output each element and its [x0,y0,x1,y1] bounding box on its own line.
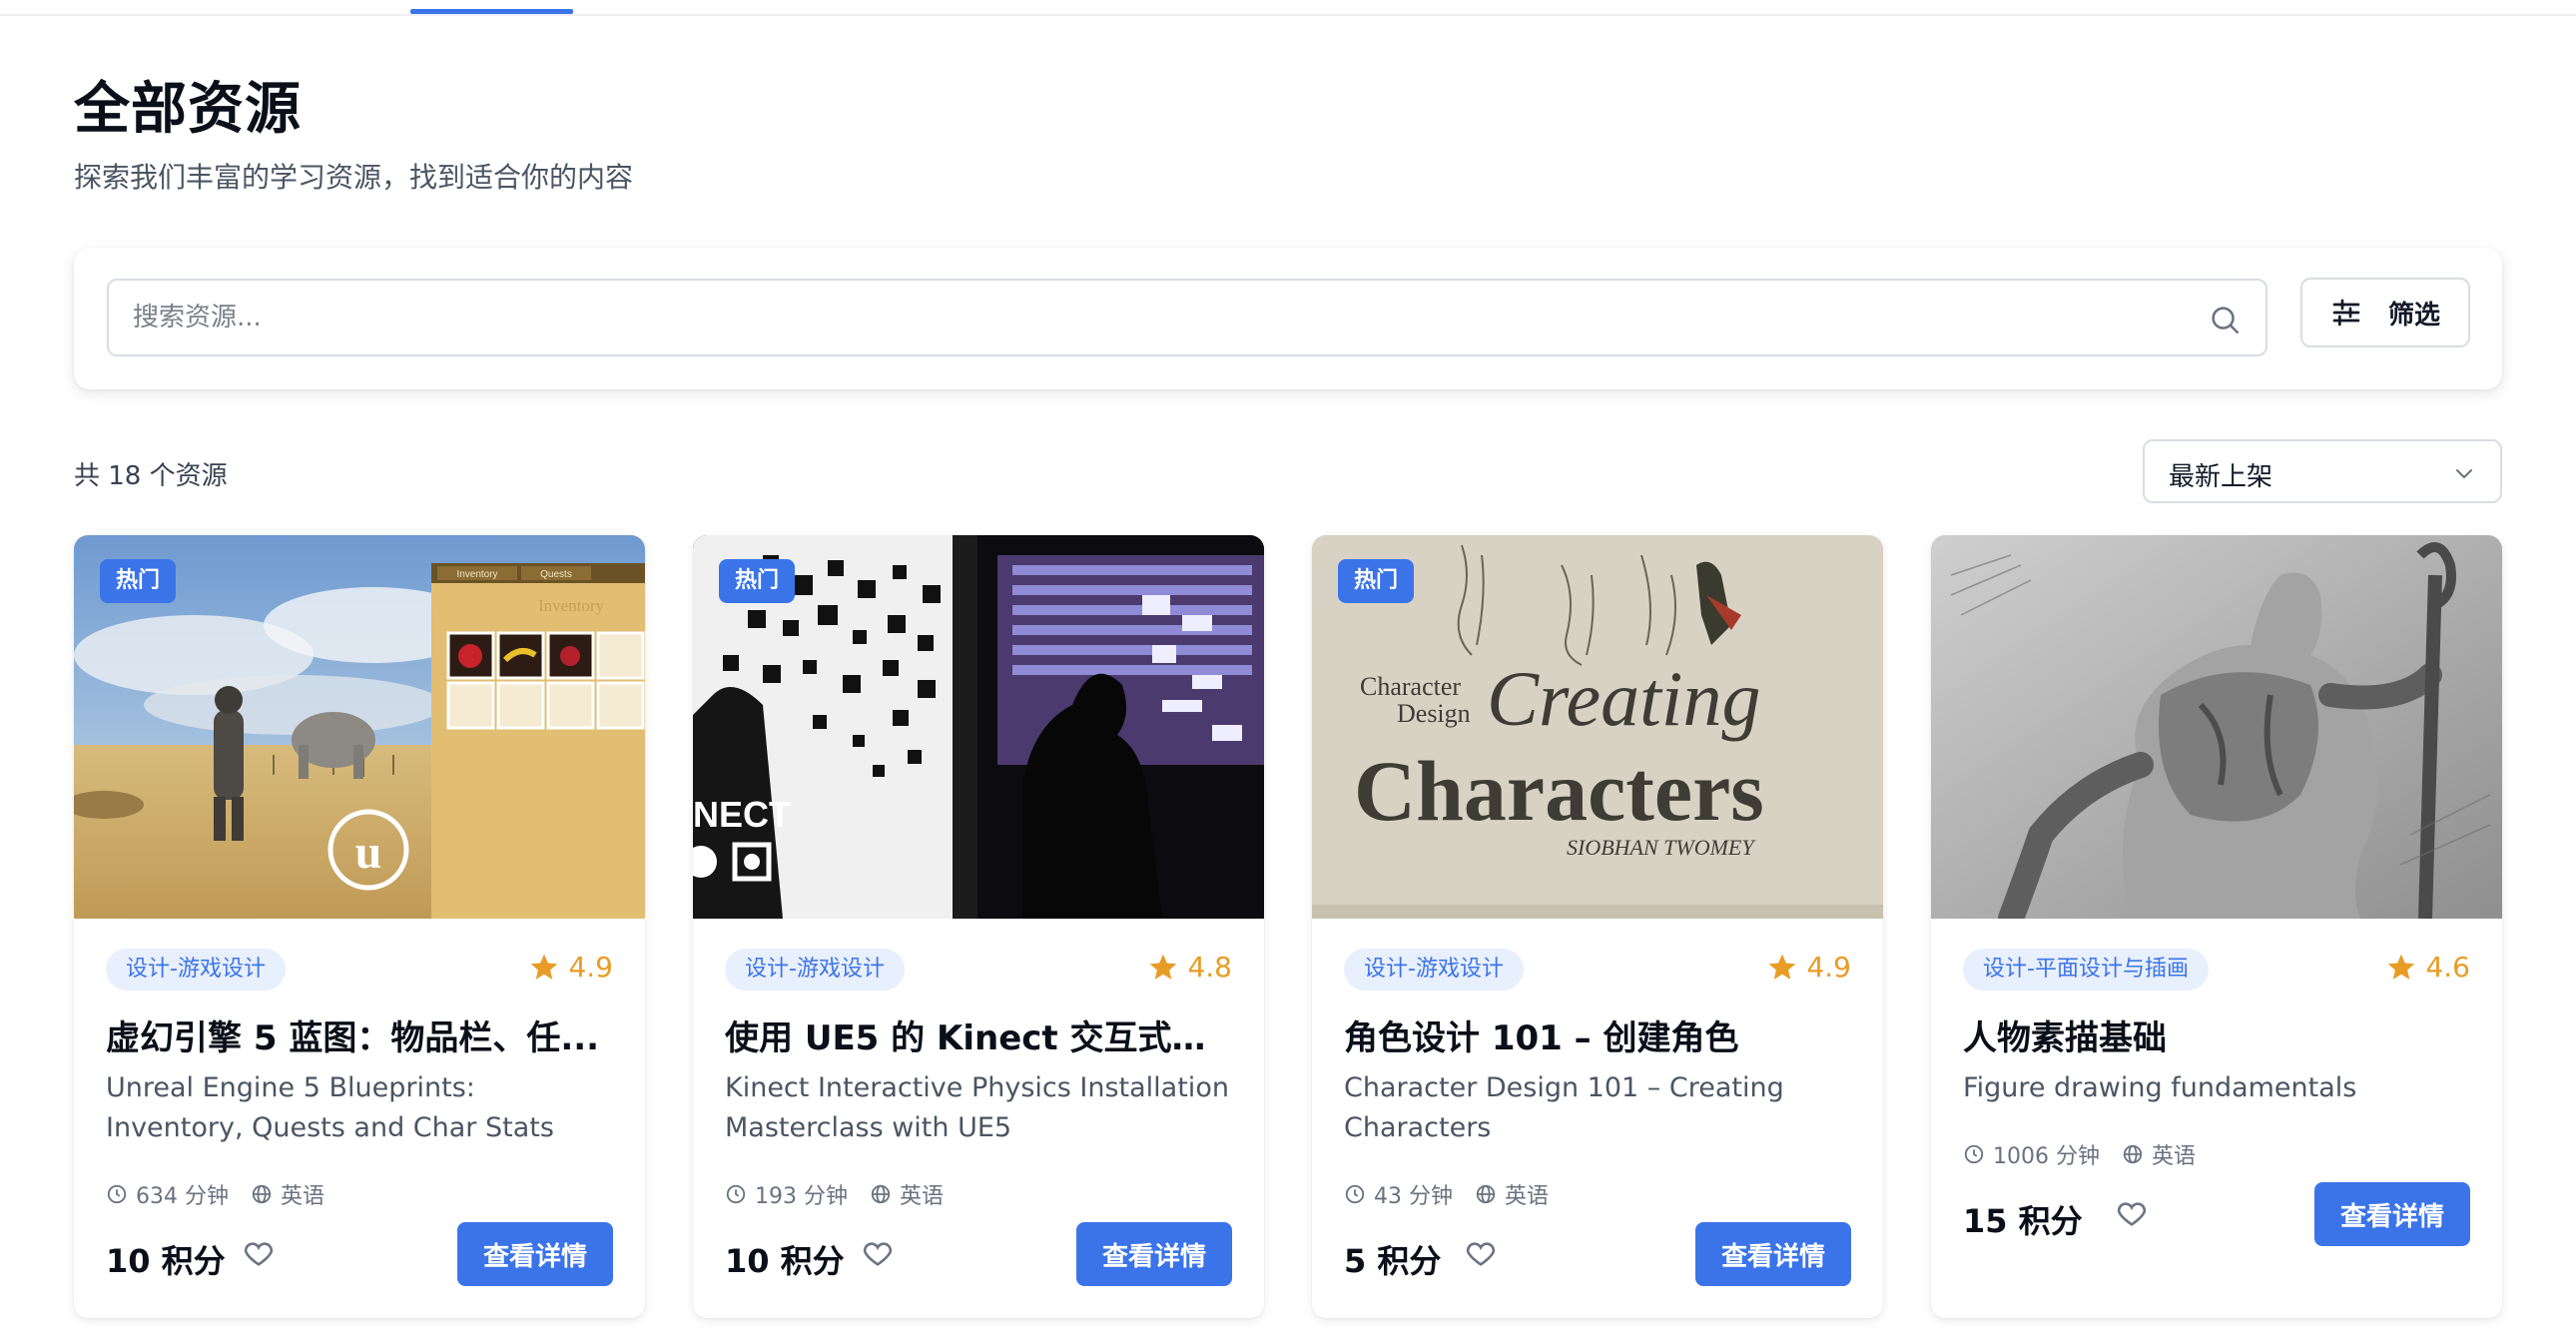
thumb-text-small2: Design [1397,699,1471,728]
svg-text:u: u [355,826,382,879]
resource-card[interactable]: Inventory Quests Inventory u 热门 设计-游戏设计 [74,535,645,1318]
hot-badge: 热门 [719,559,796,603]
course-thumbnail[interactable]: NECT 热门 [693,535,1264,919]
language: 英语 [1505,1184,1550,1209]
view-details-button[interactable]: 查看详情 [1695,1222,1851,1286]
globe-icon [2123,1144,2143,1164]
duration: 634 分钟 [136,1184,229,1209]
price: 15 积分 [1963,1202,2083,1240]
card-meta: 634 分钟 英语 [106,1178,324,1210]
search-field[interactable] [107,279,2267,356]
price: 5 积分 [1344,1242,1442,1280]
course-thumbnail[interactable] [1931,535,2502,919]
course-thumbnail[interactable]: Character Design Creating Characters SIO… [1312,535,1883,919]
card-title[interactable]: 人物素描基础 [1963,1010,2462,1059]
star-icon [1150,954,1177,980]
filter-button[interactable]: 筛选 [2300,278,2470,347]
thumbnail-image [1931,535,2502,919]
category-tag[interactable]: 设计-平面设计与插画 [1963,949,2209,991]
language: 英语 [2151,1144,2196,1169]
thumb-text-inventory: Inventory [456,569,497,580]
price: 10 积分 [106,1242,226,1280]
globe-icon [1476,1184,1496,1204]
resource-card[interactable]: 设计-平面设计与插画 4.6 人物素描基础 Figure drawing fun… [1931,535,2502,1318]
rating-value: 4.6 [2425,951,2470,984]
price: 10 积分 [725,1242,845,1280]
clock-icon [1964,1144,1984,1164]
rating: 4.6 [2385,951,2470,984]
thumb-text-big2: Characters [1354,743,1764,839]
rating-value: 4.9 [1806,951,1851,984]
card-meta: 43 分钟 英语 [1344,1178,1549,1210]
card-description: Character Design 101 – Creating Characte… [1344,1072,1784,1143]
category-tag[interactable]: 设计-游戏设计 [725,949,905,991]
sort-select[interactable]: 最新上架 [2143,439,2502,503]
card-description: Kinect Interactive Physics Installation … [725,1072,1229,1143]
view-details-button[interactable]: 查看详情 [1076,1222,1232,1286]
category-tag[interactable]: 设计-游戏设计 [106,949,286,991]
chevron-down-icon [2456,469,2472,478]
duration: 193 分钟 [755,1184,848,1209]
card-meta: 193 分钟 英语 [725,1178,944,1210]
rating: 4.8 [1147,951,1232,984]
hot-badge: 热门 [100,559,177,603]
thumb-text-nect: NECT [693,794,791,835]
view-details-button[interactable]: 查看详情 [2314,1182,2470,1246]
resource-card[interactable]: NECT 热门 设计-游戏设计 4.8 使用 UE5 的 Kinect 交互式物… [693,535,1264,1318]
star-icon [531,954,558,980]
hot-badge: 热门 [1338,559,1415,603]
heart-icon[interactable] [242,1236,276,1270]
page-title: 全部资源 [74,77,302,142]
filter-label: 筛选 [2387,300,2440,331]
search-input[interactable] [109,281,2265,354]
globe-icon [871,1184,891,1204]
view-details-button[interactable]: 查看详情 [457,1222,613,1286]
active-tab-indicator [410,9,573,14]
duration: 43 分钟 [1374,1184,1453,1209]
category-tag[interactable]: 设计-游戏设计 [1344,949,1524,991]
rating-value: 4.9 [568,951,613,984]
card-description: Figure drawing fundamentals [1963,1072,2357,1103]
language: 英语 [281,1184,325,1209]
card-title[interactable]: 虚幻引擎 5 蓝图：物品栏、任... [106,1010,605,1059]
search-icon[interactable] [2208,303,2242,336]
result-count: 共 18 个资源 [74,461,228,491]
search-panel: 筛选 [74,248,2502,389]
rating: 4.9 [1766,951,1851,984]
card-description: Unreal Engine 5 Blueprints: Inventory, Q… [106,1072,554,1143]
thumb-text-author: SIOBHAN TWOMEY [1567,835,1756,860]
course-thumbnail[interactable]: Inventory Quests Inventory u 热门 [74,535,645,919]
clock-icon [726,1184,746,1204]
rating: 4.9 [528,951,613,984]
resource-card[interactable]: Character Design Creating Characters SIO… [1312,535,1883,1318]
clock-icon [107,1184,127,1204]
star-icon [1769,954,1796,980]
globe-icon [252,1184,272,1204]
thumb-text-big1: Creating [1487,655,1760,742]
rating-value: 4.8 [1187,951,1232,984]
thumb-text-small1: Character [1360,672,1461,701]
sliders-icon [2332,299,2360,327]
clock-icon [1345,1184,1365,1204]
thumb-text-quests: Quests [540,569,572,580]
heart-icon[interactable] [861,1236,895,1270]
language: 英语 [900,1184,945,1209]
duration: 1006 分钟 [1993,1144,2100,1169]
card-title[interactable]: 使用 UE5 的 Kinect 交互式物... [725,1010,1224,1059]
heart-icon[interactable] [2115,1196,2149,1230]
star-icon [2388,954,2415,980]
card-meta: 1006 分钟 英语 [1963,1138,2196,1170]
page-subtitle: 探索我们丰富的学习资源，找到适合你的内容 [74,161,634,194]
thumb-text-inventory-big: Inventory [538,596,605,615]
sort-selected-value: 最新上架 [2169,462,2273,492]
heart-icon[interactable] [1464,1236,1498,1270]
card-title[interactable]: 角色设计 101 – 创建角色 [1344,1010,1843,1059]
top-nav-bar [0,0,2576,16]
